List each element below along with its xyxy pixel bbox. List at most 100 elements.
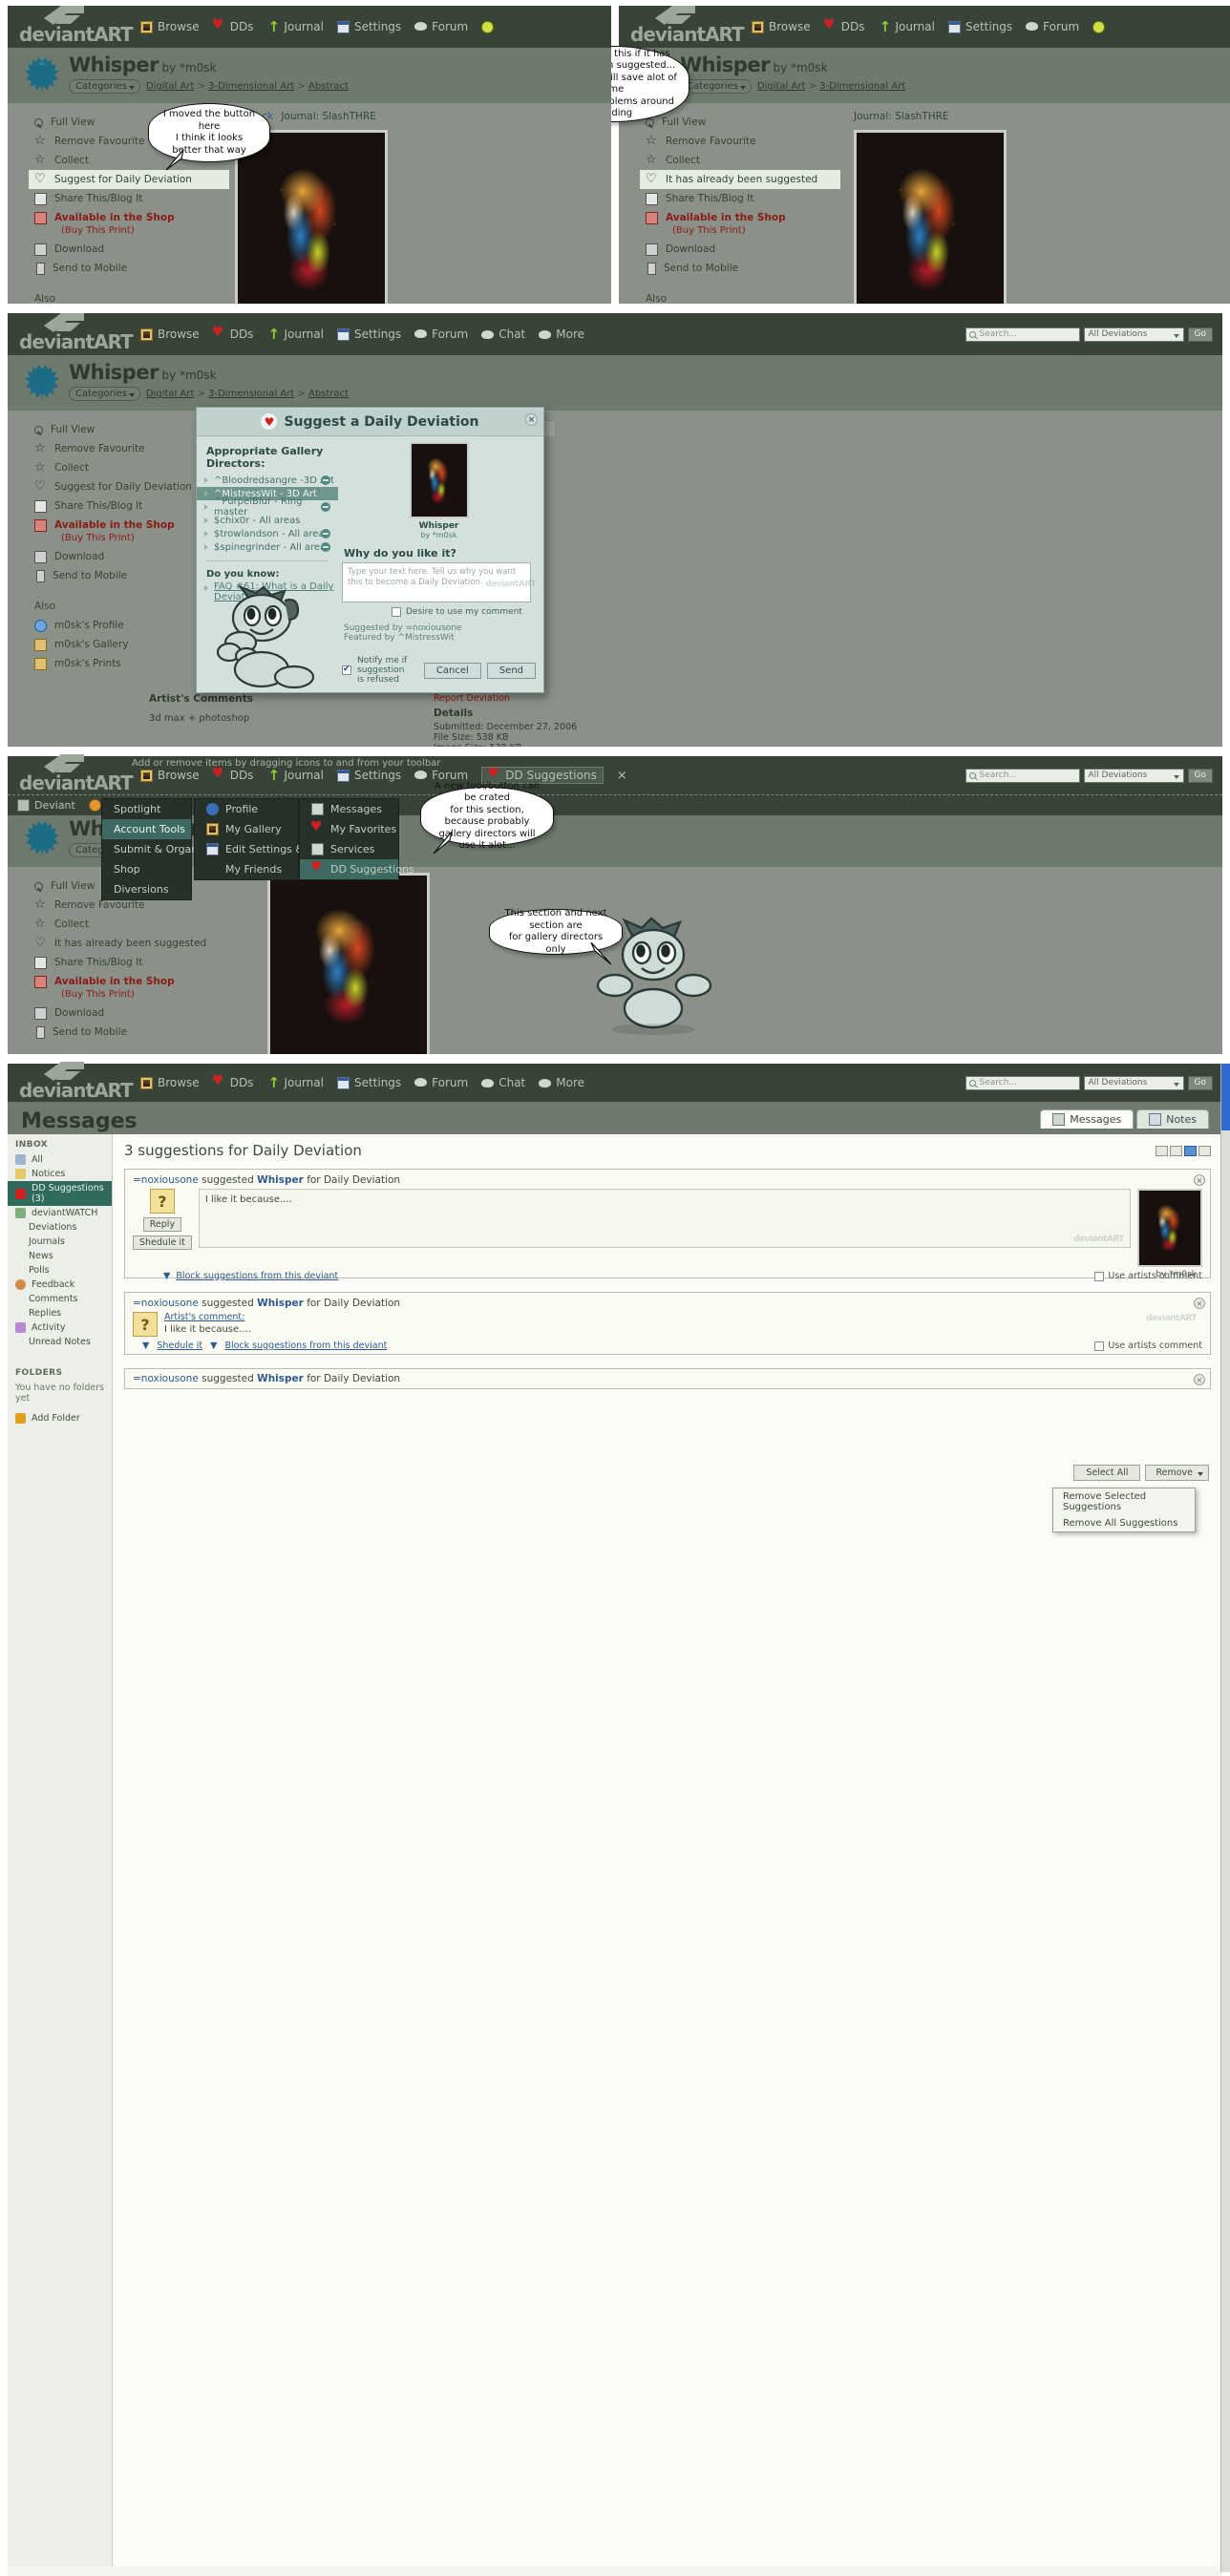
menu-item-account-tools[interactable]: Account Tools (102, 819, 200, 839)
search-scope-select-4[interactable]: All Deviations (1083, 768, 1184, 783)
suggester-name[interactable]: =noxiousone (133, 1298, 199, 1309)
menu-item-edit-settings[interactable]: Edit Settings & Profile (195, 839, 340, 859)
nav-journal-5[interactable]: Journal (266, 1074, 324, 1091)
tab-notes[interactable]: Notes (1136, 1109, 1209, 1129)
nav-journal-3[interactable]: Journal (266, 326, 324, 343)
deviation-artwork[interactable] (235, 130, 388, 304)
menu-item-my-gallery[interactable]: My Gallery (195, 819, 298, 839)
menu-item-diversions[interactable]: Diversions (102, 879, 191, 899)
inbox-item-polls[interactable]: Polls (8, 1263, 112, 1277)
search-scope-select[interactable]: All Deviations (1083, 327, 1184, 342)
schedule-link[interactable]: Shedule it (157, 1341, 202, 1351)
deviantart-logo[interactable]: deviantART (17, 6, 134, 48)
close-icon[interactable]: × (1194, 1374, 1205, 1385)
view-detail-icon[interactable] (1198, 1145, 1211, 1156)
nav-settings-4[interactable]: Settings (336, 769, 401, 782)
deviantart-logo-3[interactable]: deviantART (17, 313, 134, 355)
deviantart-logo-2[interactable]: deviantART (628, 6, 745, 48)
inbox-item-deviantwatch[interactable]: deviantWATCH (8, 1206, 112, 1220)
breadcrumb-abstract[interactable]: Abstract (308, 81, 349, 92)
search-go-button[interactable]: Go (1187, 327, 1213, 342)
cancel-button[interactable]: Cancel (423, 662, 481, 679)
nav-forum-2[interactable]: Forum (1026, 20, 1079, 33)
nav-settings-3[interactable]: Settings (336, 327, 401, 341)
director-row[interactable]: $spinegrinder - All areas (197, 540, 338, 554)
nav-dds-2[interactable]: DDs (823, 19, 865, 34)
nav-settings[interactable]: Settings (336, 20, 401, 33)
nav-journal[interactable]: Journal (266, 18, 324, 35)
view-grid-icon[interactable] (1184, 1145, 1197, 1156)
inbox-item-deviations[interactable]: Deviations (8, 1220, 112, 1235)
nav-settings-5[interactable]: Settings (336, 1076, 401, 1089)
nav-dds-3[interactable]: DDs (212, 327, 254, 342)
page-scrollbar[interactable] (1220, 1064, 1230, 2572)
nav-chat-3[interactable]: Chat (481, 327, 525, 341)
nav-more-5[interactable]: More (539, 1076, 584, 1089)
nav-more-3[interactable]: More (539, 327, 584, 341)
suggested-deviation[interactable]: Whisper (257, 1373, 304, 1384)
nav-smiley-2[interactable] (1092, 20, 1106, 33)
expand-icon-2[interactable]: ▼ (210, 1341, 217, 1351)
desire-comment-checkbox[interactable] (392, 607, 401, 617)
expand-icon[interactable]: ▼ (142, 1341, 149, 1351)
use-artists-comment-checkbox[interactable] (1094, 1341, 1105, 1351)
remove-icon[interactable] (321, 502, 330, 512)
nav-dds-5[interactable]: DDs (212, 1075, 254, 1090)
breadcrumb-abstract-3[interactable]: Abstract (308, 389, 349, 399)
deviantart-logo-5[interactable]: deviantART (17, 1062, 134, 1104)
inbox-item-replies[interactable]: Replies (8, 1306, 112, 1320)
remove-icon[interactable] (321, 542, 330, 552)
search-input-5[interactable]: Search... (965, 1075, 1080, 1090)
menu-item-services[interactable]: Services (300, 839, 398, 859)
menu-item-spotlight[interactable]: Spotlight (102, 799, 191, 819)
nav-browse-3[interactable]: Browse (140, 327, 200, 341)
reply-button[interactable]: Reply (142, 1217, 182, 1232)
nav-browse-4[interactable]: Browse (140, 769, 200, 782)
menu-item-my-favorites[interactable]: My Favorites (300, 819, 398, 839)
schedule-button[interactable]: Shedule it (133, 1235, 192, 1250)
close-icon[interactable]: × (1194, 1298, 1205, 1309)
categories-button[interactable]: Categories (69, 79, 140, 94)
remove-icon[interactable] (321, 475, 330, 485)
send-button[interactable]: Send (486, 662, 536, 679)
menu-remove-selected[interactable]: Remove Selected Suggestions (1053, 1489, 1195, 1515)
breadcrumb-digital-art[interactable]: Digital Art (146, 81, 194, 92)
pinned-close-icon[interactable]: × (617, 769, 627, 783)
close-icon[interactable]: × (525, 413, 538, 426)
nav-forum-5[interactable]: Forum (414, 1076, 468, 1089)
nav-browse-5[interactable]: Browse (140, 1076, 200, 1089)
breadcrumb-digital-art-2[interactable]: Digital Art (757, 81, 805, 92)
block-suggestions-link[interactable]: Block suggestions from this deviant (224, 1341, 387, 1351)
nav-forum-3[interactable]: Forum (414, 327, 468, 341)
suggested-deviation[interactable]: Whisper (257, 1298, 304, 1309)
inbox-item-unread-notes[interactable]: Unread Notes (8, 1335, 112, 1349)
tab-messages[interactable]: Messages (1040, 1109, 1135, 1129)
breadcrumb-3d-art-2[interactable]: 3-Dimensional Art (819, 81, 905, 92)
report-deviation-link[interactable]: Report Deviation (434, 693, 682, 704)
director-row[interactable]: ^Bloodredsangre -3D Art (197, 474, 338, 487)
nav-smiley[interactable] (481, 20, 495, 33)
search-scope-select-5[interactable]: All Deviations (1083, 1075, 1184, 1090)
nav-dds[interactable]: DDs (212, 19, 254, 34)
remove-icon[interactable] (321, 529, 330, 538)
sidebar-item-suggest-dd[interactable]: Suggest for Daily Deviation (29, 170, 229, 189)
toolbar-deviant[interactable]: Deviant (17, 799, 75, 812)
sidebar-item-remove-favourite-4[interactable]: Remove Favourite (34, 896, 1222, 915)
director-row[interactable]: $chix0r - All areas (197, 514, 338, 527)
inbox-item-feedback[interactable]: Feedback (8, 1277, 112, 1292)
menu-item-dd-suggestions[interactable]: DD Suggestions (300, 859, 414, 879)
menu-item-shop[interactable]: Shop (102, 859, 191, 879)
suggested-deviation[interactable]: Whisper (257, 1174, 304, 1186)
breadcrumb-3d-art[interactable]: 3-Dimensional Art (208, 81, 294, 92)
add-folder-button[interactable]: Add Folder (8, 1411, 112, 1425)
deviation-artwork-4[interactable] (267, 873, 430, 1054)
nav-journal-2[interactable]: Journal (878, 18, 935, 35)
expand-icon[interactable]: ▼ (163, 1271, 170, 1281)
director-row[interactable]: $trowlandson - All areas (197, 527, 338, 540)
nav-settings-2[interactable]: Settings (947, 20, 1012, 33)
scrollbar-thumb[interactable] (1221, 1064, 1230, 1130)
dialog-thumbnail[interactable] (409, 442, 469, 518)
inbox-item-news[interactable]: News (8, 1249, 112, 1263)
menu-item-messages[interactable]: Messages (300, 799, 398, 819)
sidebar-item-already-suggested[interactable]: It has already been suggested (640, 170, 840, 189)
